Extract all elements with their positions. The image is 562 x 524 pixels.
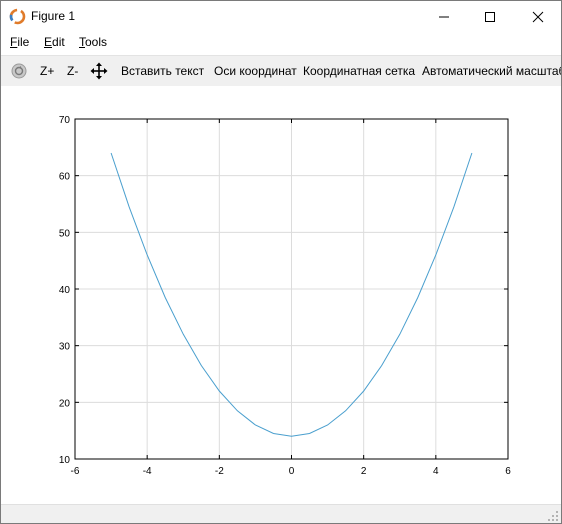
minimize-button[interactable] — [421, 1, 467, 32]
close-icon — [532, 11, 544, 23]
toggle-axes-button[interactable]: Оси координат — [214, 64, 297, 78]
zoom-in-button[interactable]: Z+ — [40, 64, 54, 78]
pan-icon[interactable] — [90, 62, 108, 80]
title-bar[interactable]: Figure 1 — [1, 1, 561, 32]
x-tick-label: 2 — [361, 466, 367, 477]
menu-tools[interactable]: Tools — [79, 35, 107, 49]
x-tick-label: -4 — [143, 466, 152, 477]
figure-toolbar: Z+ Z- Вставить текст Оси координат Коорд… — [1, 55, 561, 87]
y-tick-label: 60 — [59, 172, 71, 183]
minimize-icon — [439, 16, 449, 18]
plot-area[interactable]: -6 -4 -2 0 2 4 6 10 20 30 40 50 60 70 — [1, 86, 561, 504]
toggle-grid-button[interactable]: Координатная сетка — [303, 64, 415, 78]
x-tick-label: 0 — [289, 466, 295, 477]
maximize-icon — [485, 12, 495, 22]
resize-grip-icon[interactable] — [547, 510, 559, 522]
figure-window: Figure 1 File Edit Tools Z+ Z- Вставить … — [0, 0, 562, 524]
menu-bar: File Edit Tools — [1, 32, 561, 53]
y-tick-label: 40 — [59, 285, 71, 296]
rotate-icon[interactable] — [10, 62, 28, 80]
x-tick-label: 6 — [505, 466, 511, 477]
y-tick-label: 70 — [59, 115, 71, 126]
y-tick-label: 10 — [59, 455, 71, 466]
x-tick-label: -2 — [215, 466, 224, 477]
y-tick-label: 50 — [59, 228, 71, 239]
x-tick-label: -6 — [71, 466, 80, 477]
window-title: Figure 1 — [31, 9, 76, 23]
insert-text-button[interactable]: Вставить текст — [121, 64, 204, 78]
octave-app-icon — [9, 8, 26, 25]
figure-canvas[interactable]: -6 -4 -2 0 2 4 6 10 20 30 40 50 60 70 — [1, 86, 561, 504]
close-button[interactable] — [515, 1, 561, 32]
autoscale-button[interactable]: Автоматический масштаб — [422, 64, 561, 78]
menu-edit[interactable]: Edit — [44, 35, 65, 49]
zoom-out-button[interactable]: Z- — [67, 64, 78, 78]
y-tick-label: 30 — [59, 342, 71, 353]
menu-file[interactable]: File — [10, 35, 29, 49]
y-tick-label: 20 — [59, 398, 71, 409]
x-tick-label: 4 — [433, 466, 439, 477]
status-bar — [1, 504, 561, 523]
maximize-button[interactable] — [467, 1, 513, 32]
